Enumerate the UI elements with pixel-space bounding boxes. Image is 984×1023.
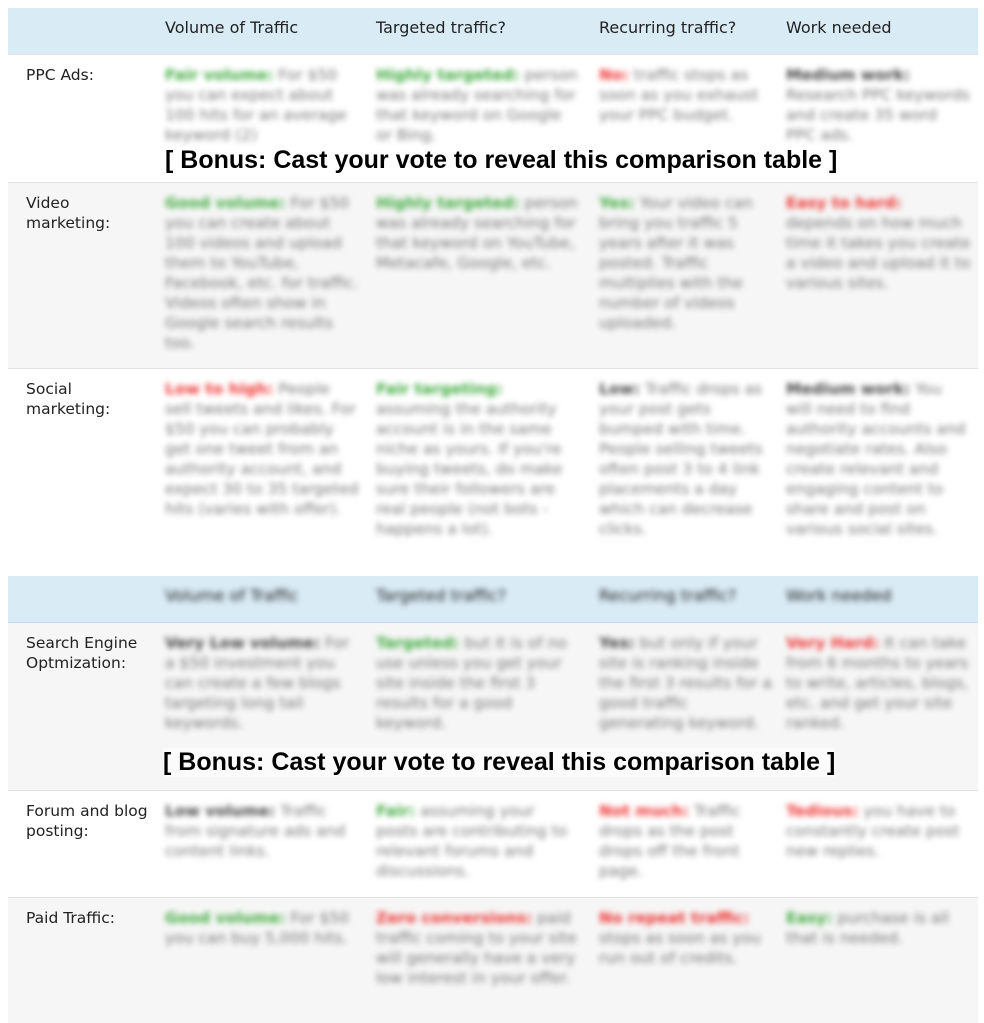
- row-label: PPC Ads:: [26, 66, 94, 84]
- cell-text: Traffic drops as your post gets bumped w…: [599, 380, 763, 538]
- cell-text: Research PPC keywords and create 35 word…: [786, 86, 970, 144]
- table-cell: Fair volume: For $50 you can expect abou…: [165, 65, 360, 145]
- table-row: Paid Traffic: Good volume: For $50 you ca…: [8, 897, 978, 1023]
- table-row: Social marketing: Low to high: People sel…: [8, 368, 978, 576]
- header-targeted: Targeted traffic?: [376, 586, 506, 605]
- table-cell: Low volume: Traffic from signature ads a…: [165, 801, 360, 861]
- table-row: Forum and blog posting: Low volume: Traff…: [8, 790, 978, 898]
- table-cell: Easy: purchase is all that is needed.: [786, 908, 971, 948]
- cell-rating: Easy:: [786, 909, 833, 927]
- header-work: Work needed: [786, 586, 892, 605]
- cell-rating: Low:: [599, 380, 641, 398]
- table-cell: Zero conversions: paid traffic coming to…: [376, 908, 581, 988]
- cell-rating: Highly targeted:: [376, 194, 520, 212]
- cell-rating: Good volume:: [165, 194, 286, 212]
- header-volume: Volume of Traffic: [165, 586, 299, 605]
- header-volume: Volume of Traffic: [165, 18, 299, 37]
- row-label: Social marketing:: [26, 380, 111, 418]
- table-cell: Yes: but only if your site is ranking in…: [599, 633, 774, 733]
- cell-rating: Very Low volume:: [165, 634, 321, 652]
- bonus-vote-banner[interactable]: [ Bonus: Cast your vote to reveal this c…: [165, 146, 838, 175]
- cell-rating: No repeat traffic:: [599, 909, 750, 927]
- table-row: Video marketing: Good volume: For $50 you…: [8, 182, 978, 369]
- cell-rating: Fair volume:: [165, 66, 274, 84]
- cell-rating: Yes:: [599, 634, 635, 652]
- cell-rating: Not much:: [599, 802, 690, 820]
- table-cell: Fair targeting: assuming the authority a…: [376, 379, 581, 539]
- cell-rating: Medium work:: [786, 380, 911, 398]
- row-label: Forum and blog posting:: [26, 802, 148, 840]
- header-recurring: Recurring traffic?: [599, 18, 737, 37]
- table-cell: Highly targeted: person was already sear…: [376, 193, 581, 273]
- bonus-vote-banner[interactable]: [ Bonus: Cast your vote to reveal this c…: [163, 748, 836, 777]
- cell-rating: Yes:: [599, 194, 635, 212]
- cell-rating: Targeted:: [376, 634, 460, 652]
- header-targeted: Targeted traffic?: [376, 18, 506, 37]
- table-cell: Very Hard: It can take from 6 months to …: [786, 633, 971, 733]
- table-header-repeat: Volume of Traffic Targeted traffic? Recu…: [8, 576, 978, 623]
- table-cell: Good volume: For $50 you can buy 5,000 h…: [165, 908, 360, 948]
- row-label: Search Engine Optmization:: [26, 634, 138, 672]
- cell-rating: Highly targeted:: [376, 66, 520, 84]
- table-cell: Yes: Your video can bring you traffic 5 …: [599, 193, 774, 333]
- table-cell: Medium work: Research PPC keywords and c…: [786, 65, 971, 145]
- cell-rating: Zero conversions:: [376, 909, 533, 927]
- cell-rating: No:: [599, 66, 629, 84]
- cell-text: stops as soon as you run out of credits.: [599, 929, 761, 967]
- cell-rating: Good volume:: [165, 909, 286, 927]
- cell-text: depends on how much time it takes you cr…: [786, 214, 971, 292]
- cell-rating: Fair:: [376, 802, 416, 820]
- cell-rating: Low volume:: [165, 802, 276, 820]
- cell-rating: Medium work:: [786, 66, 911, 84]
- row-label: Video marketing:: [26, 194, 111, 232]
- table-cell: Medium work: You will need to find autho…: [786, 379, 971, 539]
- header-work: Work needed: [786, 18, 892, 37]
- cell-rating: Very Hard:: [786, 634, 880, 652]
- table-cell: Very Low volume: For a $50 investment yo…: [165, 633, 360, 733]
- table-cell: Highly targeted: person was already sear…: [376, 65, 581, 145]
- cell-rating: Low to high:: [165, 380, 274, 398]
- table-cell: Fair: assuming your posts are contributi…: [376, 801, 581, 881]
- cell-text: For $50 you can create about 100 videos …: [165, 194, 359, 352]
- row-label: Paid Traffic:: [26, 909, 116, 927]
- table-cell: Targeted: but it is of no use unless you…: [376, 633, 581, 733]
- table-cell: No: traffic stops as soon as you exhaust…: [599, 65, 774, 125]
- table-cell: Good volume: For $50 you can create abou…: [165, 193, 360, 353]
- cell-rating: Fair targeting:: [376, 380, 503, 398]
- table-cell: Easy to hard: depends on how much time i…: [786, 193, 971, 293]
- table-cell: Low to high: People sell tweets and like…: [165, 379, 360, 519]
- table-header: Volume of Traffic Targeted traffic? Recu…: [8, 8, 978, 55]
- cell-rating: Easy to hard:: [786, 194, 902, 212]
- cell-text: Your video can bring you traffic 5 years…: [599, 194, 753, 332]
- cell-text: People sell tweets and likes. For $50 yo…: [165, 380, 359, 518]
- cell-text: You will need to find authority accounts…: [786, 380, 966, 538]
- cell-text: assuming the authority account is in the…: [376, 400, 563, 538]
- table-cell: Not much: Traffic drops as the post drop…: [599, 801, 774, 881]
- header-recurring: Recurring traffic?: [599, 586, 737, 605]
- table-cell: No repeat traffic: stops as soon as you …: [599, 908, 774, 968]
- cell-rating: Tedious:: [786, 802, 859, 820]
- table-cell: Tedious: you have to constantly create p…: [786, 801, 971, 861]
- table-cell: Low: Traffic drops as your post gets bum…: [599, 379, 774, 539]
